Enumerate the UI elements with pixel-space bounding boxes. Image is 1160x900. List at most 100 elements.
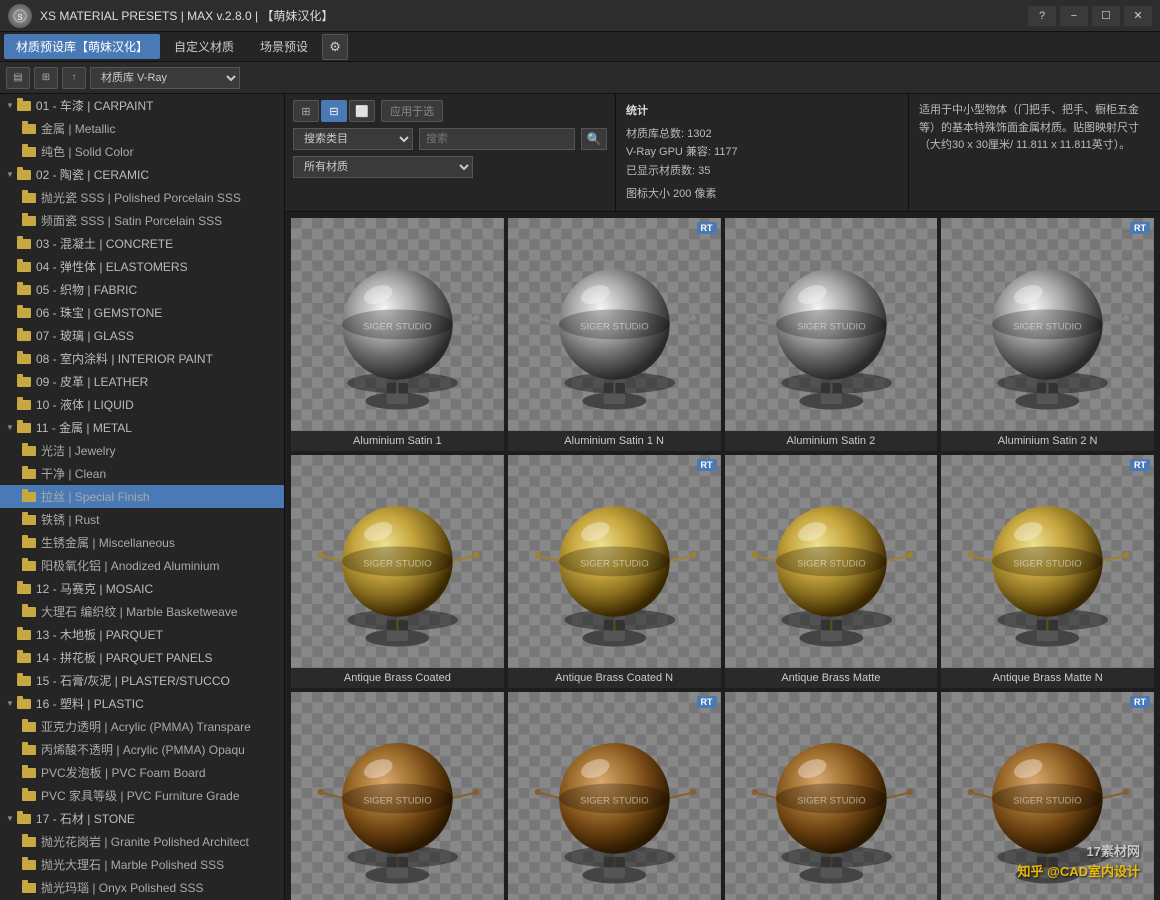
material-preview: SIGER STUDIO — [291, 692, 504, 900]
sidebar-item-leather[interactable]: 09 - 皮革 | LEATHER — [0, 370, 284, 393]
folder-icon — [17, 423, 31, 433]
app-logo: S — [8, 4, 32, 28]
toolbar-btn-up[interactable]: ↑ — [62, 67, 86, 89]
material-item-bronze-coated-n[interactable]: SIGER STUDIO RTAntique Bronze Coated N — [508, 692, 721, 900]
sidebar-item-stone[interactable]: ▼17 - 石材 | STONE — [0, 807, 284, 830]
sidebar-item-rust[interactable]: 铁锈 | Rust — [0, 508, 284, 531]
sidebar-item-jewelry[interactable]: 光洁 | Jewelry — [0, 439, 284, 462]
material-item-brass-matte[interactable]: SIGER STUDIO Antique Brass Matte — [725, 455, 938, 688]
sidebar-item-interior-paint[interactable]: 08 - 室内涂料 | INTERIOR PAINT — [0, 347, 284, 370]
sidebar-item-label: 生锈金属 | Miscellaneous — [41, 534, 175, 551]
sidebar-item-metallic[interactable]: 金属 | Metallic — [0, 117, 284, 140]
svg-text:SIGER STUDIO: SIGER STUDIO — [1013, 559, 1082, 570]
sidebar-item-plaster[interactable]: 15 - 石膏/灰泥 | PLASTER/STUCCO — [0, 669, 284, 692]
toolbar: ▤ ⊞ ↑ 材质库 V-Ray — [0, 62, 1160, 94]
sidebar-item-label: 17 - 石材 | STONE — [36, 810, 135, 827]
sidebar-item-parquet-panels[interactable]: 14 - 拼花板 | PARQUET PANELS — [0, 646, 284, 669]
large-view-btn[interactable]: ⬜ — [349, 100, 375, 122]
filter-section: ⊞ ⊟ ⬜ 应用于选 搜索类目 🔍 所有材质 — [285, 94, 615, 211]
folder-icon — [22, 745, 36, 755]
help-button[interactable]: ? — [1028, 6, 1056, 26]
search-button[interactable]: 🔍 — [581, 128, 607, 150]
search-category-select[interactable]: 搜索类目 — [293, 128, 413, 150]
toolbar-btn-grid[interactable]: ⊞ — [34, 67, 58, 89]
apply-preview-label: 应用于选 — [381, 100, 443, 122]
sidebar-item-concrete[interactable]: 03 - 混凝土 | CONCRETE — [0, 232, 284, 255]
maximize-button[interactable]: ☐ — [1092, 6, 1120, 26]
sidebar-item-elastomers[interactable]: 04 - 弹性体 | ELASTOMERS — [0, 255, 284, 278]
material-item-brass-coated[interactable]: SIGER STUDIO Antique Brass Coated — [291, 455, 504, 688]
sidebar-item-acrylic-opaque[interactable]: 丙烯酸不透明 | Acrylic (PMMA) Opaqu — [0, 738, 284, 761]
search-input[interactable] — [419, 128, 575, 150]
sidebar-item-mosaic[interactable]: 12 - 马赛克 | MOSAIC — [0, 577, 284, 600]
material-item-alu-satin-1[interactable]: SIGER STUDIO Aluminium Satin 1 — [291, 218, 504, 451]
sidebar-item-acrylic-trans[interactable]: 亚克力透明 | Acrylic (PMMA) Transpare — [0, 715, 284, 738]
sidebar-item-metal[interactable]: ▼11 - 金属 | METAL — [0, 416, 284, 439]
sidebar-item-carpaint[interactable]: ▼01 - 车漆 | CARPAINT — [0, 94, 284, 117]
tab-custom-material[interactable]: 自定义材质 — [162, 34, 246, 59]
material-row: SIGER STUDIO Antique Brass Coated — [291, 455, 1154, 688]
sidebar-item-polished-porcelain[interactable]: 抛光瓷 SSS | Polished Porcelain SSS — [0, 186, 284, 209]
desc-section: 适用于中小型物体（门把手、把手、橱柜五金等）的基本特殊饰面金属材质。贴图映射尺寸… — [908, 94, 1160, 211]
sidebar-item-label: 频面瓷 SSS | Satin Porcelain SSS — [41, 212, 222, 229]
material-item-bronze-matte[interactable]: SIGER STUDIO Antique Bronze Matte — [725, 692, 938, 900]
stats-title: 统计 — [626, 102, 898, 121]
material-preview: SIGER STUDIO — [725, 218, 938, 431]
folder-icon — [17, 814, 31, 824]
close-button[interactable]: ✕ — [1124, 6, 1152, 26]
folder-icon — [17, 676, 31, 686]
sidebar-item-label: 10 - 液体 | LIQUID — [36, 396, 134, 413]
folder-icon — [22, 722, 36, 732]
material-item-bronze-coated[interactable]: SIGER STUDIO Antique Bronze Coated — [291, 692, 504, 900]
sidebar-item-anodized[interactable]: 阳极氧化铝 | Anodized Aluminium — [0, 554, 284, 577]
tab-material-presets[interactable]: 材质预设库【萌妹汉化】 — [4, 34, 160, 59]
material-item-brass-coated-n[interactable]: SIGER STUDIO RTAntique Brass Coated N — [508, 455, 721, 688]
tab-scene-presets[interactable]: 场景预设 — [248, 34, 320, 59]
folder-icon — [17, 239, 31, 249]
rt-badge: RT — [1130, 459, 1150, 471]
list-view-btn[interactable]: ⊟ — [321, 100, 347, 122]
sidebar-item-pvc-foam[interactable]: PVC发泡板 | PVC Foam Board — [0, 761, 284, 784]
sidebar-item-solid-color[interactable]: 纯色 | Solid Color — [0, 140, 284, 163]
sidebar-item-label: 01 - 车漆 | CARPAINT — [36, 97, 154, 114]
sidebar-item-onyx[interactable]: 抛光玛瑙 | Onyx Polished SSS — [0, 876, 284, 899]
sidebar-item-marble-polished[interactable]: 抛光大理石 | Marble Polished SSS — [0, 853, 284, 876]
sidebar-item-parquet[interactable]: 13 - 木地板 | PARQUET — [0, 623, 284, 646]
sidebar-item-plastic[interactable]: ▼16 - 塑料 | PLASTIC — [0, 692, 284, 715]
sidebar-item-special-finish[interactable]: 拉丝 | Special Finish — [0, 485, 284, 508]
material-item-alu-satin-2[interactable]: SIGER STUDIO Aluminium Satin 2 — [725, 218, 938, 451]
main-layout: ▼01 - 车漆 | CARPAINT金属 | Metallic纯色 | Sol… — [0, 94, 1160, 900]
sidebar-item-label: PVC发泡板 | PVC Foam Board — [41, 764, 206, 781]
folder-icon — [22, 124, 36, 134]
folder-icon — [17, 699, 31, 709]
toolbar-btn-list[interactable]: ▤ — [6, 67, 30, 89]
minimize-button[interactable]: − — [1060, 6, 1088, 26]
sidebar-item-label: 拉丝 | Special Finish — [41, 488, 150, 505]
sidebar-item-glass[interactable]: 07 - 玻璃 | GLASS — [0, 324, 284, 347]
sidebar-item-ceramic[interactable]: ▼02 - 陶瓷 | CERAMIC — [0, 163, 284, 186]
material-filter-select[interactable]: 所有材质 — [293, 156, 473, 178]
folder-icon — [17, 262, 31, 272]
sidebar-item-pvc-furniture[interactable]: PVC 家具等级 | PVC Furniture Grade — [0, 784, 284, 807]
library-select[interactable]: 材质库 V-Ray — [90, 67, 240, 89]
material-item-alu-satin-1n[interactable]: SIGER STUDIO RTAluminium Satin 1 N — [508, 218, 721, 451]
sidebar-item-gemstone[interactable]: 06 - 珠宝 | GEMSTONE — [0, 301, 284, 324]
sidebar-item-label: 抛光玛瑙 | Onyx Polished SSS — [41, 879, 204, 896]
sidebar-item-clean[interactable]: 干净 | Clean — [0, 462, 284, 485]
folder-icon — [22, 538, 36, 548]
sidebar-item-granite[interactable]: 抛光花岗岩 | Granite Polished Architect — [0, 830, 284, 853]
view-toggle-group: ⊞ ⊟ ⬜ — [293, 100, 375, 122]
material-item-brass-matte-n[interactable]: SIGER STUDIO RTAntique Brass Matte N — [941, 455, 1154, 688]
sidebar-item-fabric[interactable]: 05 - 织物 | FABRIC — [0, 278, 284, 301]
material-item-alu-satin-2n[interactable]: SIGER STUDIO RTAluminium Satin 2 N — [941, 218, 1154, 451]
sidebar-item-miscellaneous[interactable]: 生锈金属 | Miscellaneous — [0, 531, 284, 554]
sidebar-item-satin-porcelain[interactable]: 频面瓷 SSS | Satin Porcelain SSS — [0, 209, 284, 232]
sidebar-item-label: 铁锈 | Rust — [41, 511, 99, 528]
grid-view-btn[interactable]: ⊞ — [293, 100, 319, 122]
sidebar-item-liquid[interactable]: 10 - 液体 | LIQUID — [0, 393, 284, 416]
material-item-bronze-matte-n[interactable]: SIGER STUDIO RTAntique Bronze Matte N — [941, 692, 1154, 900]
sidebar-item-label: 丙烯酸不透明 | Acrylic (PMMA) Opaqu — [41, 741, 245, 758]
material-row: SIGER STUDIO Aluminium Satin 1 — [291, 218, 1154, 451]
settings-button[interactable]: ⚙ — [322, 34, 348, 60]
sidebar-item-marble-basket[interactable]: 大理石 编织纹 | Marble Basketweave — [0, 600, 284, 623]
